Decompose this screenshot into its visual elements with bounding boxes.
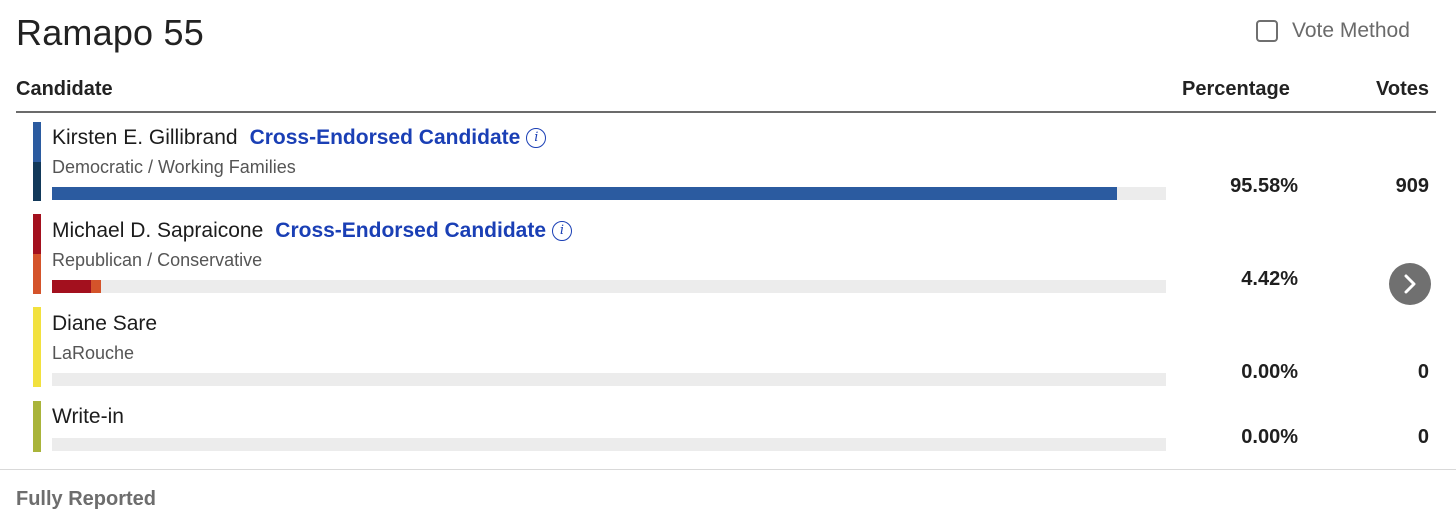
vote-share-bar <box>52 373 1166 386</box>
candidate-name-line: Diane Sare <box>52 312 157 336</box>
column-header-votes: Votes <box>1376 78 1429 100</box>
candidate-name: Michael D. Sapraicone <box>52 219 264 242</box>
next-page-button[interactable] <box>1389 263 1431 305</box>
vote-method-label: Vote Method <box>1292 19 1410 42</box>
party-stripe-segment <box>33 161 41 201</box>
vote-share-fill <box>90 280 102 293</box>
party-stripe-segment <box>33 254 41 294</box>
candidate-name-line: Michael D. Sapraicone Cross-Endorsed Can… <box>52 219 572 243</box>
column-header-percentage: Percentage <box>1182 78 1290 100</box>
candidate-percentage: 0.00% <box>1241 426 1298 448</box>
party-stripe-segment <box>33 307 41 387</box>
precinct-title: Ramapo 55 <box>16 12 204 53</box>
info-icon[interactable]: i <box>526 128 547 148</box>
chevron-right-icon <box>1404 274 1416 294</box>
party-color-stripe <box>33 401 41 452</box>
vote-method-toggle[interactable]: Vote Method <box>1256 19 1410 43</box>
vote-share-fill <box>52 187 1117 200</box>
party-color-stripe <box>33 307 41 387</box>
header-divider <box>16 111 1436 113</box>
cross-endorsed-link[interactable]: Cross-Endorsed Candidate <box>275 219 546 243</box>
party-color-stripe <box>33 214 41 294</box>
candidate-name-line: Write-in <box>52 405 124 429</box>
column-header-candidate: Candidate <box>16 78 113 100</box>
party-stripe-segment <box>33 214 41 254</box>
candidate-percentage: 4.42% <box>1241 268 1298 290</box>
cross-endorsed-link[interactable]: Cross-Endorsed Candidate <box>250 126 521 150</box>
candidate-name: Diane Sare <box>52 312 158 335</box>
candidate-party: Republican / Conservative <box>52 250 263 270</box>
vote-share-bar <box>52 438 1166 451</box>
candidate-votes: 0 <box>1417 361 1429 383</box>
candidate-party: Democratic / Working Families <box>52 157 296 177</box>
vote-share-bar <box>52 187 1166 200</box>
reporting-status: Fully Reported <box>16 488 157 510</box>
party-color-stripe <box>33 122 41 201</box>
party-stripe-segment <box>33 401 41 452</box>
candidate-percentage: 0.00% <box>1241 361 1298 383</box>
info-icon[interactable]: i <box>552 221 572 241</box>
footer-divider <box>0 469 1456 470</box>
candidate-votes: 0 <box>1417 426 1429 448</box>
candidate-votes: 909 <box>1395 175 1429 197</box>
candidate-percentage: 95.58% <box>1230 175 1298 197</box>
party-stripe-segment <box>33 122 41 162</box>
vote-share-fill <box>52 280 91 293</box>
vote-share-bar <box>52 280 1166 293</box>
candidate-name-line: Kirsten E. Gillibrand Cross-Endorsed Can… <box>52 126 547 150</box>
checkbox-icon[interactable] <box>1256 20 1278 42</box>
candidate-name: Kirsten E. Gillibrand <box>52 126 238 149</box>
candidate-name: Write-in <box>52 405 124 428</box>
candidate-party: LaRouche <box>52 343 135 363</box>
